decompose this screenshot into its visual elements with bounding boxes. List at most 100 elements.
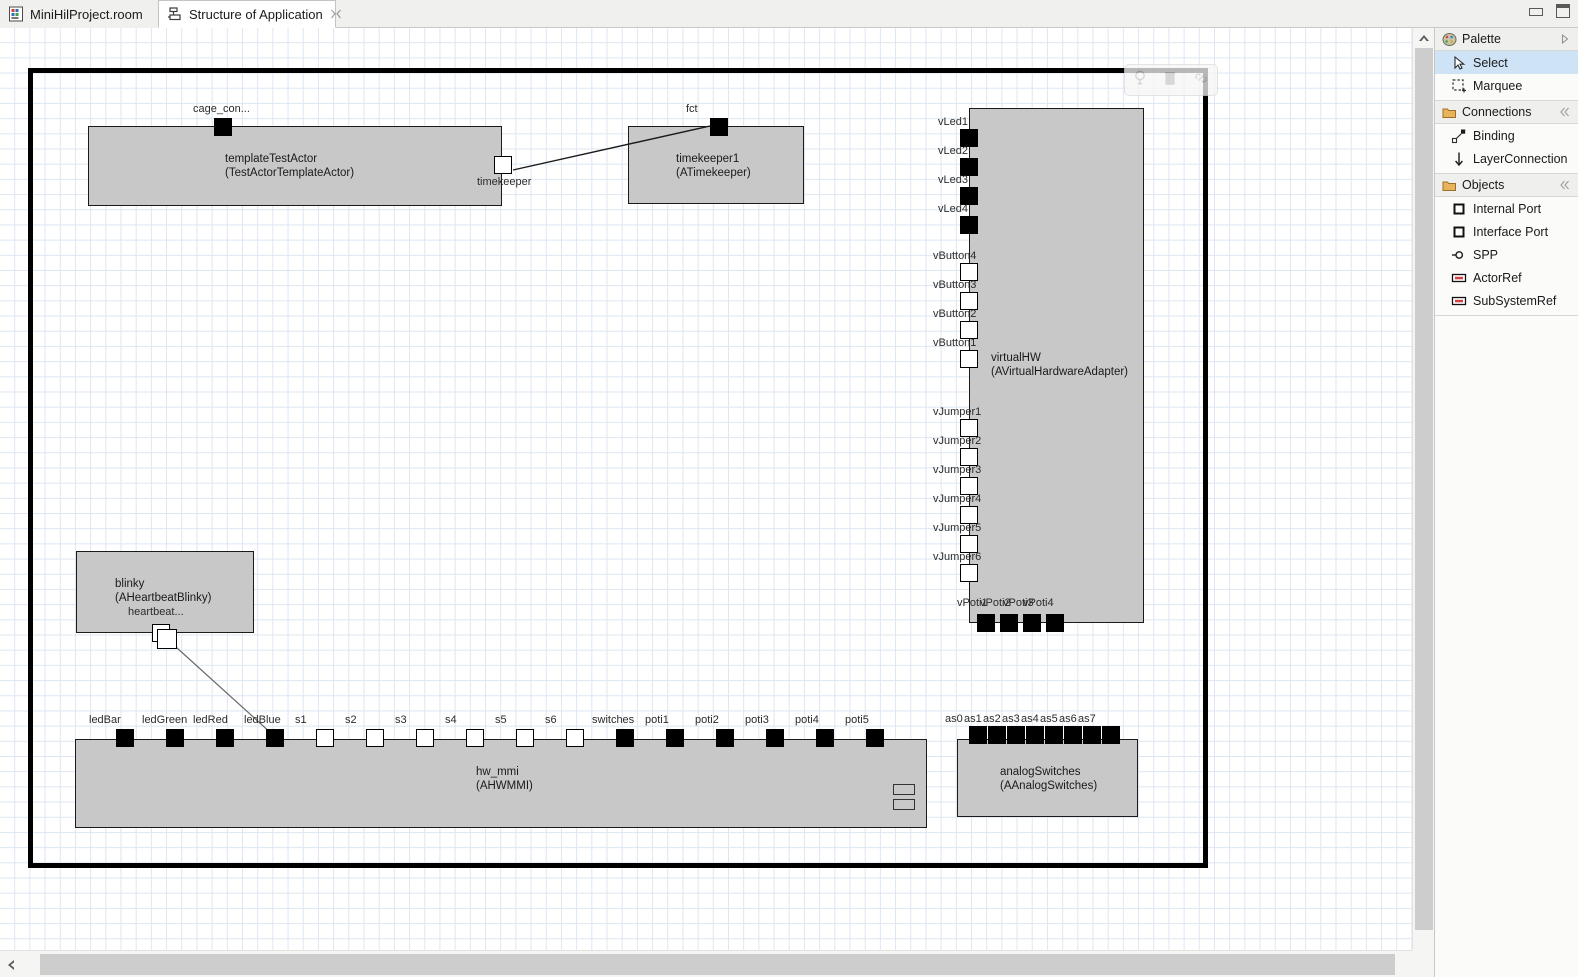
port-poti1[interactable] — [666, 729, 684, 747]
hw-mmi-mini-rect-1[interactable] — [893, 784, 915, 795]
port-ledred[interactable] — [216, 729, 234, 747]
port-label: as0 — [945, 713, 963, 725]
port-label: vJumper3 — [933, 464, 982, 476]
port-label: vLed1 — [938, 116, 968, 128]
delete-icon[interactable] — [1163, 70, 1177, 91]
palette-group-title: Objects — [1462, 178, 1505, 192]
port-label: ledBlue — [244, 714, 281, 726]
actor-type: (AAnalogSwitches) — [1000, 780, 1098, 792]
restore-icon[interactable] — [1556, 4, 1570, 18]
port-s4[interactable] — [466, 729, 484, 747]
collapse-icon[interactable] — [1559, 179, 1571, 191]
hw-mmi-mini-rect-2[interactable] — [893, 799, 915, 810]
port-s5[interactable] — [516, 729, 534, 747]
palette-item-label: LayerConnection — [1473, 151, 1568, 166]
folder-open-icon — [1442, 178, 1457, 193]
port-label: as4 — [1021, 713, 1039, 725]
palette-item-actorref[interactable]: ActorRef — [1435, 266, 1578, 289]
pin-icon[interactable] — [1133, 70, 1147, 91]
port-switches[interactable] — [616, 729, 634, 747]
actor-label-templateTestActor: templateTestActor (TestActorTemplateActor… — [225, 152, 354, 180]
port-vpoti4[interactable] — [1046, 614, 1064, 632]
port-as4[interactable] — [1045, 726, 1063, 744]
port-vled4[interactable] — [960, 216, 978, 234]
tab-minihilproject-room[interactable]: MiniHilProject.room — [0, 0, 158, 28]
port-label: vJumper5 — [933, 522, 982, 534]
actor-label-analogSwitches: analogSwitches (AAnalogSwitches) — [1000, 765, 1097, 793]
palette-group-header-connections[interactable]: Connections — [1435, 101, 1578, 124]
actor-type: (ATimekeeper) — [676, 167, 751, 179]
port-vpoti3[interactable] — [1023, 614, 1041, 632]
editor-tab-bar: MiniHilProject.room Structure of Applica… — [0, 0, 1578, 28]
chevron-right-icon[interactable] — [1559, 33, 1571, 45]
palette-item-spp[interactable]: SPP — [1435, 243, 1578, 266]
actor-type: (TestActorTemplateActor) — [225, 167, 355, 179]
collapse-icon[interactable] — [1559, 106, 1571, 118]
actor-label-hw_mmi: hw_mmi (AHWMMI) — [476, 765, 533, 793]
port-vbutton1[interactable] — [960, 350, 978, 368]
palette-item-binding[interactable]: Binding — [1435, 124, 1578, 147]
port-vpoti2[interactable] — [1000, 614, 1018, 632]
port-poti4[interactable] — [816, 729, 834, 747]
actor-type: (AVirtualHardwareAdapter) — [991, 366, 1128, 378]
minimize-icon[interactable] — [1528, 6, 1544, 16]
diagram-canvas[interactable]: templateTestActor (TestActorTemplateActor… — [0, 28, 1412, 950]
port-vjumper6[interactable] — [960, 564, 978, 582]
palette-item-label: Interface Port — [1473, 224, 1549, 239]
horizontal-scrollbar[interactable] — [0, 950, 1434, 977]
actor-type: (AHeartbeatBlinky) — [115, 592, 212, 604]
palette-item-label: SubSystemRef — [1473, 293, 1557, 308]
port-label: poti4 — [795, 714, 819, 726]
port-label: poti5 — [845, 714, 869, 726]
actor-name: timekeeper1 — [676, 153, 740, 165]
scroll-left-button[interactable] — [0, 951, 22, 977]
tab-structure-of-application[interactable]: Structure of Application — [158, 0, 341, 28]
structure-diagram-icon — [167, 6, 183, 22]
palette-item-subsystemref[interactable]: SubSystemRef — [1435, 289, 1578, 312]
vertical-scrollbar-thumb[interactable] — [1415, 48, 1433, 930]
close-icon[interactable] — [330, 8, 342, 20]
palette-icon — [1442, 32, 1457, 47]
palette-item-marquee[interactable]: Marquee — [1435, 74, 1578, 97]
port-poti2[interactable] — [716, 729, 734, 747]
port-s6[interactable] — [566, 729, 584, 747]
port-vpoti1[interactable] — [977, 614, 995, 632]
port-s3[interactable] — [416, 729, 434, 747]
port-ledblue[interactable] — [266, 729, 284, 747]
port-label: vJumper2 — [933, 435, 982, 447]
port-cage_con-[interactable] — [214, 118, 232, 136]
port-label: s3 — [395, 714, 407, 726]
port-timekeeper[interactable] — [494, 156, 512, 174]
link-icon[interactable] — [1193, 70, 1209, 91]
port-label: ledRed — [193, 714, 228, 726]
palette-item-internal-port[interactable]: Internal Port — [1435, 197, 1578, 220]
vertical-scrollbar[interactable] — [1412, 28, 1435, 950]
port-s1[interactable] — [316, 729, 334, 747]
port-as6[interactable] — [1083, 726, 1101, 744]
port-as3[interactable] — [1026, 726, 1044, 744]
port-as1[interactable] — [988, 726, 1006, 744]
port-fct[interactable] — [710, 118, 728, 136]
palette-item-layerconnection[interactable]: LayerConnection — [1435, 147, 1578, 170]
port-heartbeat-[interactable] — [152, 624, 177, 649]
palette-item-select[interactable]: Select — [1435, 51, 1578, 74]
palette-item-label: SPP — [1473, 247, 1499, 262]
port-ledbar[interactable] — [116, 729, 134, 747]
port-as5[interactable] — [1064, 726, 1082, 744]
port-ledgreen[interactable] — [166, 729, 184, 747]
scroll-up-button[interactable] — [1413, 28, 1435, 48]
port-poti3[interactable] — [766, 729, 784, 747]
palette-item-interface-port[interactable]: Interface Port — [1435, 220, 1578, 243]
port-s2[interactable] — [366, 729, 384, 747]
port-as2[interactable] — [1007, 726, 1025, 744]
port-label: vPoti4 — [1023, 597, 1054, 609]
port-label: vJumper4 — [933, 493, 982, 505]
palette-group-header-palette[interactable]: Palette — [1435, 28, 1578, 51]
port-as0[interactable] — [969, 726, 987, 744]
port-poti5[interactable] — [866, 729, 884, 747]
horizontal-scrollbar-thumb[interactable] — [40, 954, 1395, 975]
port-label: s1 — [295, 714, 307, 726]
binding-icon — [1451, 128, 1467, 144]
palette-group-header-objects[interactable]: Objects — [1435, 174, 1578, 197]
port-as7[interactable] — [1102, 726, 1120, 744]
